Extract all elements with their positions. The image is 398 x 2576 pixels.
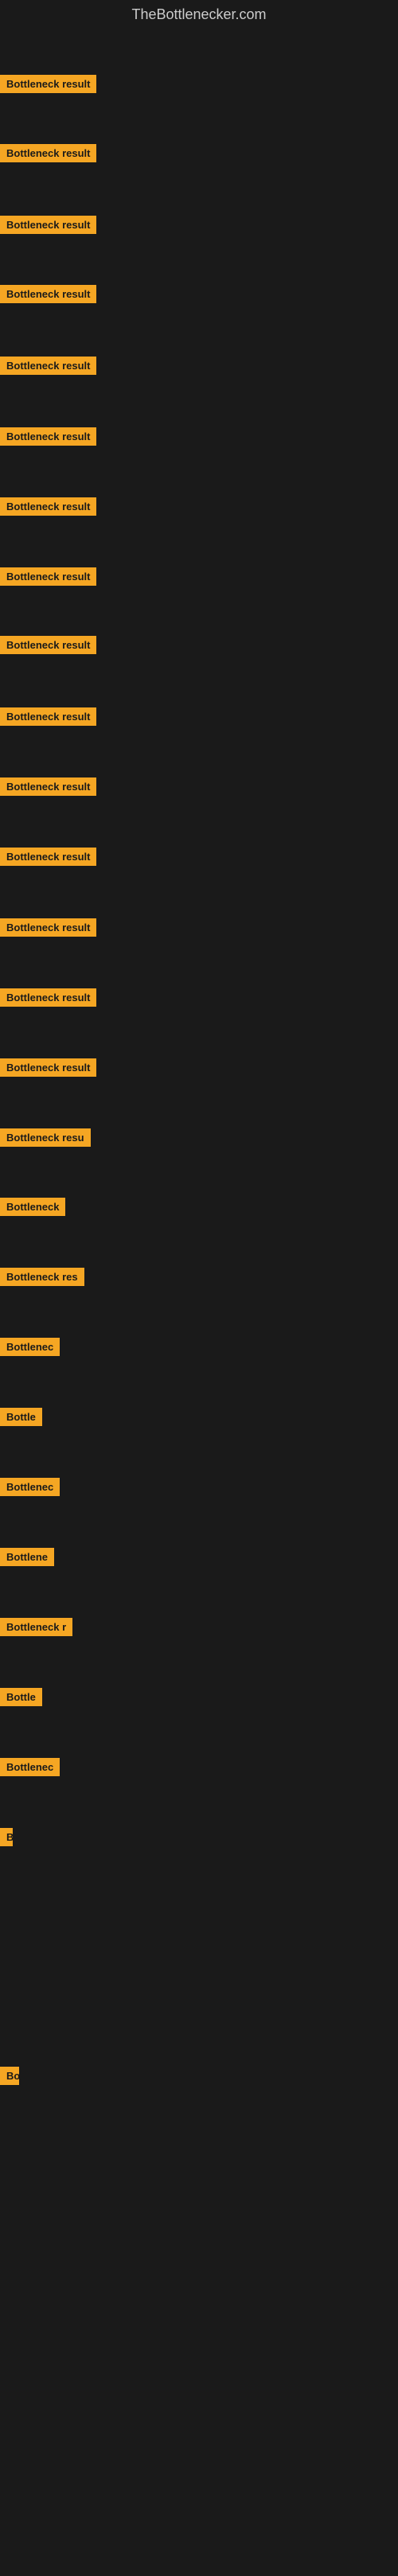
list-item[interactable]: Bottleneck result bbox=[0, 988, 96, 1011]
bottleneck-badge: Bottlene bbox=[0, 1548, 54, 1566]
bottleneck-badge: Bottleneck result bbox=[0, 848, 96, 866]
list-item[interactable]: Bottleneck result bbox=[0, 216, 96, 238]
bottleneck-badge: Bottleneck res bbox=[0, 1268, 84, 1286]
bottleneck-badge: Bottleneck result bbox=[0, 75, 96, 93]
bottleneck-badge: Bottleneck r bbox=[0, 1618, 72, 1636]
list-item[interactable]: Bottleneck resu bbox=[0, 1128, 91, 1151]
bottleneck-badge: Bottle bbox=[0, 1688, 42, 1706]
list-item[interactable]: Bottleneck result bbox=[0, 777, 96, 800]
bottleneck-badge: Bottlenec bbox=[0, 1338, 60, 1356]
bottleneck-badge: Bottleneck bbox=[0, 1198, 65, 1216]
list-item[interactable]: Bottlenec bbox=[0, 1338, 60, 1360]
list-item[interactable]: Bottleneck result bbox=[0, 636, 96, 658]
list-item[interactable]: Bottleneck result bbox=[0, 918, 96, 941]
bottleneck-badge: Bottleneck result bbox=[0, 216, 96, 234]
bottleneck-badge: Bottleneck result bbox=[0, 497, 96, 516]
list-item[interactable]: Bottleneck result bbox=[0, 427, 96, 450]
list-item[interactable]: Bottleneck result bbox=[0, 567, 96, 590]
list-item[interactable]: Bottle bbox=[0, 1688, 42, 1710]
list-item[interactable]: Bottlenec bbox=[0, 1478, 60, 1500]
bottleneck-badge: Bottleneck result bbox=[0, 427, 96, 446]
site-title: TheBottlenecker.com bbox=[0, 0, 398, 29]
bottleneck-badge: Bottleneck result bbox=[0, 567, 96, 586]
bottleneck-badge: Bottleneck result bbox=[0, 636, 96, 654]
bottleneck-badge: Bo bbox=[0, 2067, 19, 2085]
list-item[interactable]: Bottleneck result bbox=[0, 75, 96, 97]
list-item[interactable]: Bottlenec bbox=[0, 1758, 60, 1780]
list-item[interactable]: Bottleneck res bbox=[0, 1268, 84, 1290]
bottleneck-badge: Bottleneck result bbox=[0, 988, 96, 1007]
list-item[interactable]: Bottleneck r bbox=[0, 1618, 72, 1640]
list-item[interactable]: Bottleneck result bbox=[0, 707, 96, 730]
list-item[interactable]: Bottleneck bbox=[0, 1198, 65, 1220]
list-item[interactable]: Bottlene bbox=[0, 1548, 54, 1570]
list-item[interactable]: Bottleneck result bbox=[0, 285, 96, 307]
bottleneck-badge: Bottlenec bbox=[0, 1758, 60, 1776]
bottleneck-badge: B bbox=[0, 1828, 13, 1846]
list-item[interactable]: Bottle bbox=[0, 1408, 42, 1430]
list-item[interactable]: Bottleneck result bbox=[0, 1058, 96, 1081]
list-item[interactable]: Bottleneck result bbox=[0, 848, 96, 870]
bottleneck-badge: Bottleneck result bbox=[0, 144, 96, 162]
bottleneck-badge: Bottleneck result bbox=[0, 357, 96, 375]
list-item[interactable]: Bo bbox=[0, 2067, 19, 2089]
bottleneck-badge: Bottleneck result bbox=[0, 285, 96, 303]
list-item[interactable]: B bbox=[0, 1828, 13, 1850]
bottleneck-badge: Bottleneck result bbox=[0, 1058, 96, 1077]
list-item[interactable]: Bottleneck result bbox=[0, 357, 96, 379]
list-item[interactable]: Bottleneck result bbox=[0, 497, 96, 520]
bottleneck-badge: Bottleneck result bbox=[0, 918, 96, 937]
bottleneck-badge: Bottleneck result bbox=[0, 707, 96, 726]
bottleneck-badge: Bottleneck resu bbox=[0, 1128, 91, 1147]
list-item[interactable]: Bottleneck result bbox=[0, 144, 96, 166]
bottleneck-badge: Bottle bbox=[0, 1408, 42, 1426]
bottleneck-badge: Bottlenec bbox=[0, 1478, 60, 1496]
bottleneck-badge: Bottleneck result bbox=[0, 777, 96, 796]
